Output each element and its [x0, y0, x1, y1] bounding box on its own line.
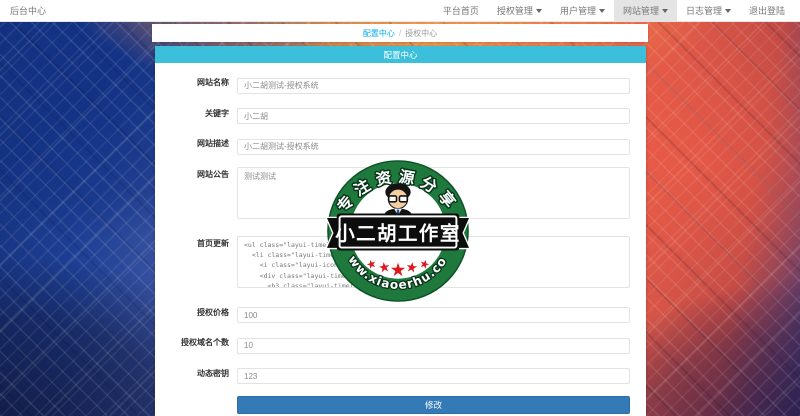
- form-row-license-price: 授权价格: [171, 305, 630, 323]
- site-name-input[interactable]: [237, 77, 630, 94]
- site-description-input[interactable]: [237, 138, 630, 155]
- app-title: 后台中心: [10, 5, 47, 16]
- field-label: 网站公告: [197, 169, 229, 179]
- field-label: 授权价格: [197, 307, 229, 317]
- chevron-down-icon: [535, 8, 542, 13]
- field-label: 动态密钥: [197, 368, 229, 378]
- form-row-keywords: 关键字: [171, 106, 630, 124]
- field-label: 授权域名个数: [181, 338, 229, 347]
- screen: 后台中心 平台首页 授权管理 用户管理 网站管理 日志管理 退出登陆 配置中心 …: [0, 0, 800, 416]
- config-panel: 配置中心 网站名称 关键字 网站描述 网站公告 测试测试 首页更新 <ul cl…: [155, 46, 646, 416]
- top-navbar: 后台中心 平台首页 授权管理 用户管理 网站管理 日志管理 退出登陆: [0, 0, 800, 22]
- nav-item-log-management[interactable]: 日志管理: [677, 0, 740, 22]
- form-row-domain-count: 授权域名个数: [171, 335, 630, 354]
- nav-menu: 平台首页 授权管理 用户管理 网站管理 日志管理 退出登陆: [434, 0, 794, 22]
- site-notice-textarea[interactable]: 测试测试: [237, 166, 630, 219]
- field-label: 网站描述: [197, 139, 229, 148]
- dynamic-key-input[interactable]: [237, 368, 630, 384]
- nav-item-license-management[interactable]: 授权管理: [488, 0, 551, 22]
- nav-item-label: 网站管理: [622, 6, 659, 16]
- chevron-down-icon: [724, 8, 731, 13]
- nav-item-label: 用户管理: [559, 6, 596, 16]
- domain-count-input[interactable]: [237, 337, 630, 354]
- breadcrumb-parent-link[interactable]: 配置中心: [363, 28, 395, 39]
- license-price-input[interactable]: [237, 307, 630, 323]
- nav-item-label: 日志管理: [685, 6, 722, 16]
- breadcrumb: 配置中心 / 授权中心: [152, 24, 648, 42]
- modify-submit-button[interactable]: 修改: [237, 396, 630, 414]
- form-row-homepage-update: 首页更新 <ul class="layui-timeline"> <li cla…: [171, 235, 630, 293]
- breadcrumb-separator: /: [398, 28, 402, 38]
- nav-item-label: 授权管理: [496, 6, 533, 16]
- field-label: 网站名称: [197, 78, 229, 87]
- field-label: 关键字: [205, 108, 229, 118]
- nav-item-user-management[interactable]: 用户管理: [551, 0, 614, 22]
- keywords-input[interactable]: [237, 108, 630, 124]
- nav-item-platform-home[interactable]: 平台首页: [434, 0, 488, 22]
- field-label: 首页更新: [197, 238, 229, 248]
- chevron-down-icon: [598, 8, 605, 13]
- form-row-site-notice: 网站公告 测试测试: [171, 166, 630, 224]
- nav-item-label: 平台首页: [442, 6, 479, 16]
- nav-item-site-management[interactable]: 网站管理: [613, 0, 677, 22]
- form-row-site-name: 网站名称: [171, 75, 630, 94]
- panel-title: 配置中心: [155, 46, 646, 63]
- config-form: 网站名称 关键字 网站描述 网站公告 测试测试 首页更新 <ul class="…: [155, 63, 646, 416]
- chevron-down-icon: [661, 8, 668, 13]
- homepage-update-textarea[interactable]: <ul class="layui-timeline"> <li class="l…: [237, 235, 630, 288]
- form-row-site-description: 网站描述: [171, 136, 630, 155]
- form-row-dynamic-key: 动态密钥: [171, 366, 630, 384]
- form-row-submit: 修改: [171, 396, 630, 414]
- nav-item-logout[interactable]: 退出登陆: [740, 0, 794, 22]
- breadcrumb-current: 授权中心: [405, 28, 438, 38]
- nav-item-label: 退出登陆: [748, 6, 785, 16]
